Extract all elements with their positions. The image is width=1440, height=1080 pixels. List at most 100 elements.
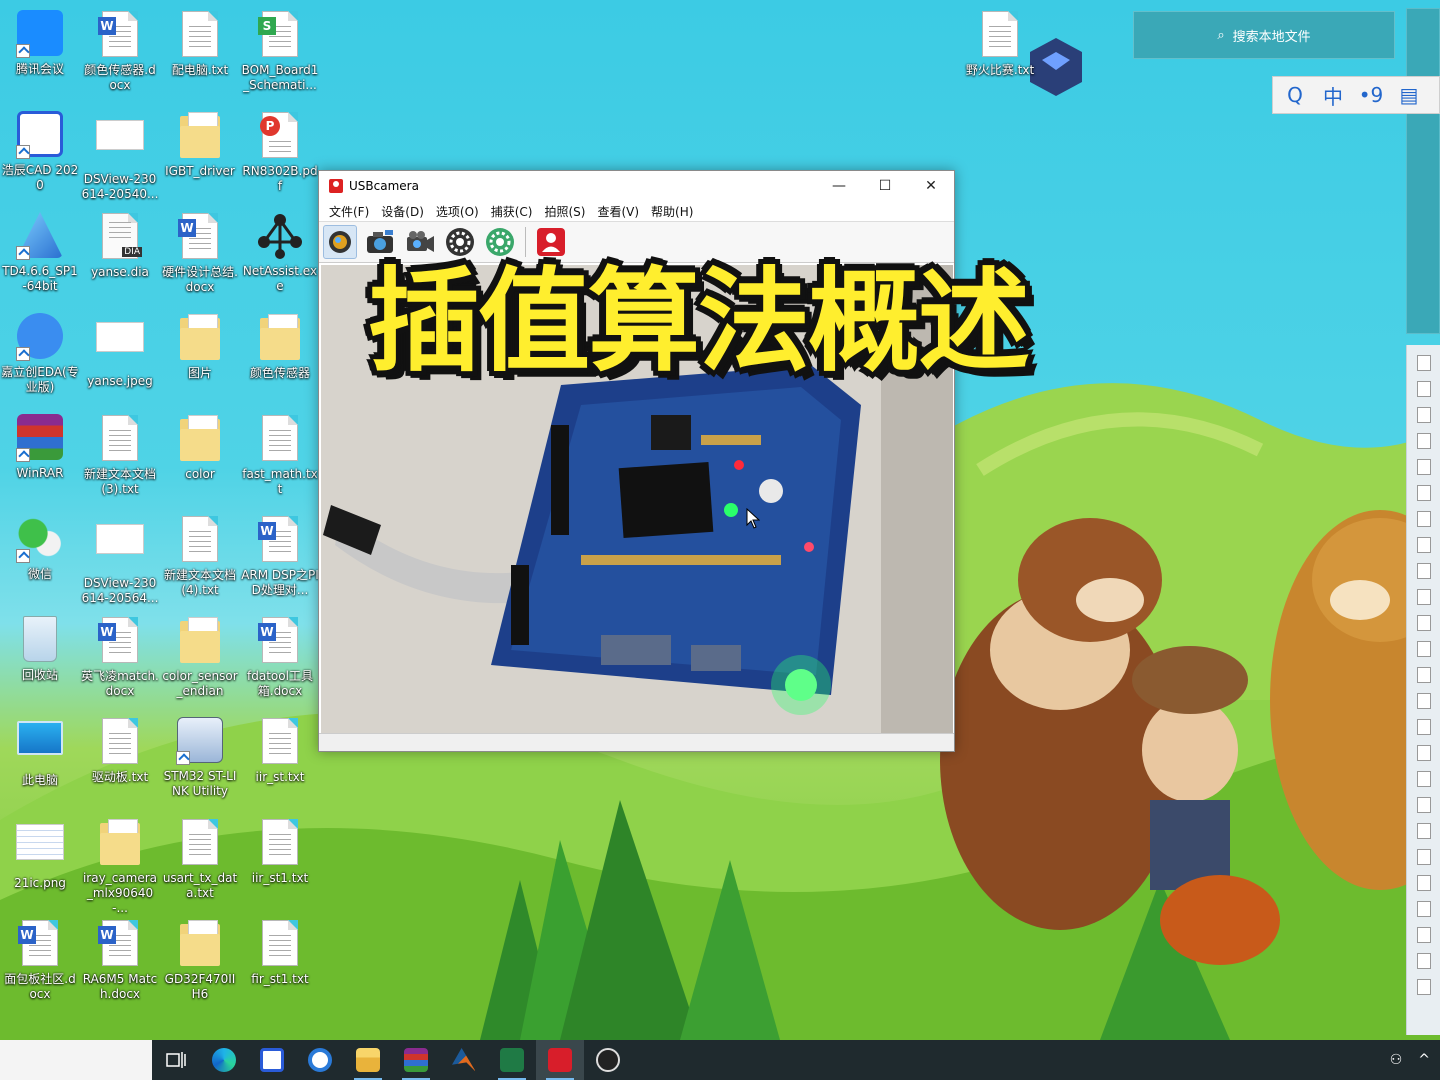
menu-file[interactable]: 文件(F) <box>323 203 375 220</box>
menu-device[interactable]: 设备(D) <box>375 203 430 220</box>
desktop-icon-igbt-driver[interactable]: IGBT_driver <box>160 111 240 179</box>
file-icon[interactable] <box>1416 693 1431 709</box>
file-icon[interactable] <box>1416 849 1431 865</box>
menu-snapshot[interactable]: 拍照(S) <box>538 203 591 220</box>
taskbar-gstarcad[interactable] <box>248 1040 296 1080</box>
desktop-icon-stlink-utility[interactable]: STM32 ST-LINK Utility <box>160 717 240 799</box>
file-icon[interactable] <box>1416 511 1431 527</box>
desktop-icon-mianbaoban[interactable]: W 面包板社区.docx <box>0 919 80 1002</box>
file-icon[interactable] <box>1416 407 1431 423</box>
ime-toolbar[interactable]: Q 中 •9 ▤ <box>1272 76 1440 114</box>
desktop-icon-color-sensor-docx[interactable]: W 颜色传感器.docx <box>80 10 160 93</box>
desktop-icon-iir-st1[interactable]: iir_st1.txt <box>240 818 320 886</box>
taskbar-search-box[interactable] <box>0 1040 152 1080</box>
ime-punctuation-icon[interactable]: •9 <box>1357 83 1385 107</box>
desktop-icon-hw-summary[interactable]: W 硬件设计总结.docx <box>160 212 240 295</box>
file-icon[interactable] <box>1416 875 1431 891</box>
taskbar-edge[interactable] <box>200 1040 248 1080</box>
desktop-icon-yehuo-contest[interactable]: 野火比赛.txt <box>960 10 1040 78</box>
desktop-icon-this-pc[interactable]: 此电脑 <box>0 717 80 788</box>
desktop-icon-iray-camera[interactable]: iray_camera_mlx90640-... <box>80 818 160 916</box>
desktop-icon-gd32f470[interactable]: GD32F470IIH6 <box>160 919 240 1002</box>
desktop-icon-dsview-1[interactable]: DSView-230614-20540... <box>80 111 160 202</box>
desktop-icon-iir-st[interactable]: iir_st.txt <box>240 717 320 785</box>
file-icon[interactable] <box>1416 953 1431 969</box>
file-icon[interactable] <box>1416 979 1431 995</box>
taskbar-usbcamera[interactable] <box>536 1040 584 1080</box>
desktop-icon-yanse-dia[interactable]: DIA yanse.dia <box>80 212 160 280</box>
menu-options[interactable]: 选项(O) <box>430 203 485 220</box>
desktop-icon-netassist[interactable]: NetAssist.exe <box>240 212 320 294</box>
taskbar-screen-recorder[interactable] <box>584 1040 632 1080</box>
desktop-icon-color-sensor-endian[interactable]: color_sensor_endian <box>160 616 240 699</box>
file-icon[interactable] <box>1416 667 1431 683</box>
file-icon[interactable] <box>1416 589 1431 605</box>
desktop-icon-yanse-jpeg[interactable]: yanse.jpeg <box>80 313 160 389</box>
maximize-button[interactable]: ☐ <box>862 171 908 201</box>
desktop-icon-bom-board[interactable]: S BOM_Board1_Schemati... <box>240 10 320 93</box>
file-icon[interactable] <box>1416 797 1431 813</box>
camera-button[interactable] <box>363 225 397 259</box>
desktop-icon-ra6m5-match[interactable]: W RA6M5 Match.docx <box>80 919 160 1002</box>
file-icon[interactable] <box>1416 641 1431 657</box>
taskbar-winrar[interactable] <box>392 1040 440 1080</box>
window-titlebar[interactable]: USBcamera — ☐ ✕ <box>319 171 954 201</box>
taskbar-file-explorer[interactable] <box>344 1040 392 1080</box>
desktop-icon-infineon-match[interactable]: W 英飞凌match.docx <box>80 616 160 699</box>
desktop-icon-fdatool[interactable]: W fdatool工具箱.docx <box>240 616 320 699</box>
desktop-icon-usart-tx-data[interactable]: usart_tx_data.txt <box>160 818 240 901</box>
video-capture-button[interactable] <box>403 225 437 259</box>
task-view-button[interactable] <box>152 1040 200 1080</box>
minimize-button[interactable]: — <box>816 171 862 201</box>
file-icon[interactable] <box>1416 433 1431 449</box>
desktop-icon-driver-board[interactable]: 驱动板.txt <box>80 717 160 785</box>
desktop-icon-winrar[interactable]: WinRAR <box>0 414 80 481</box>
file-icon[interactable] <box>1416 537 1431 553</box>
settings-button[interactable] <box>443 225 477 259</box>
desktop-icon-dsview-2[interactable]: DSView-230614-20564... <box>80 515 160 606</box>
file-icon[interactable] <box>1416 927 1431 943</box>
file-icon[interactable] <box>1416 771 1431 787</box>
desktop-icon-fast-math[interactable]: fast_math.txt <box>240 414 320 497</box>
local-file-search[interactable]: ⌕ 搜索本地文件 <box>1133 11 1395 59</box>
desktop-icon-new-text-4[interactable]: 新建文本文档(4).txt <box>160 515 240 598</box>
desktop-icon-pictures[interactable]: 图片 <box>160 313 240 381</box>
file-icon[interactable] <box>1416 615 1431 631</box>
file-icon[interactable] <box>1416 381 1431 397</box>
desktop-icon-color-sensor-folder[interactable]: 颜色传感器 <box>240 313 320 381</box>
chevron-up-icon[interactable]: ^ <box>1418 1052 1430 1068</box>
desktop-icon-peidiannao[interactable]: 配电脑.txt <box>160 10 240 78</box>
desktop-icon-arm-dsp-pid[interactable]: W ARM DSP之PID处理对... <box>240 515 320 598</box>
preview-button[interactable] <box>323 225 357 259</box>
desktop-icon-fir-st1[interactable]: fir_st1.txt <box>240 919 320 987</box>
desktop-icon-td466[interactable]: TD4.6.6_SP1-64bit <box>0 212 80 294</box>
ime-chinese-mode[interactable]: 中 <box>1319 81 1347 110</box>
desktop-icon-new-text-3[interactable]: 新建文本文档(3).txt <box>80 414 160 497</box>
desktop-icon-rn8302b-pdf[interactable]: P RN8302B.pdf <box>240 111 320 194</box>
menu-view[interactable]: 查看(V) <box>591 203 645 220</box>
snapshot-button[interactable] <box>534 225 568 259</box>
desktop-icon-tencent-meeting[interactable]: 腾讯会议 <box>0 10 80 77</box>
desktop-icon-lceda-pro[interactable]: 嘉立创EDA(专业版) <box>0 313 80 395</box>
desktop-icon-gstarcad[interactable]: 浩辰CAD 2020 <box>0 111 80 193</box>
desktop-icon-21ic[interactable]: 21ic.png <box>0 818 80 891</box>
taskbar-excel[interactable] <box>488 1040 536 1080</box>
taskbar-sync[interactable] <box>296 1040 344 1080</box>
ime-menu-icon[interactable]: ▤ <box>1395 83 1423 107</box>
file-icon[interactable] <box>1416 355 1431 371</box>
people-icon[interactable]: ⚇ <box>1390 1052 1403 1068</box>
menu-help[interactable]: 帮助(H) <box>645 203 699 220</box>
desktop-icon-recycle-bin[interactable]: 回收站 <box>0 616 80 683</box>
file-icon[interactable] <box>1416 563 1431 579</box>
menu-capture[interactable]: 捕获(C) <box>485 203 539 220</box>
file-icon[interactable] <box>1416 719 1431 735</box>
close-button[interactable]: ✕ <box>908 171 954 201</box>
file-icon[interactable] <box>1416 485 1431 501</box>
file-icon[interactable] <box>1416 823 1431 839</box>
file-icon[interactable] <box>1416 459 1431 475</box>
settings-alt-button[interactable] <box>483 225 517 259</box>
taskbar-matlab[interactable] <box>440 1040 488 1080</box>
desktop-icon-color[interactable]: color <box>160 414 240 482</box>
desktop-icon-wechat[interactable]: 微信 <box>0 515 80 582</box>
ime-logo-icon[interactable]: Q <box>1281 83 1309 107</box>
